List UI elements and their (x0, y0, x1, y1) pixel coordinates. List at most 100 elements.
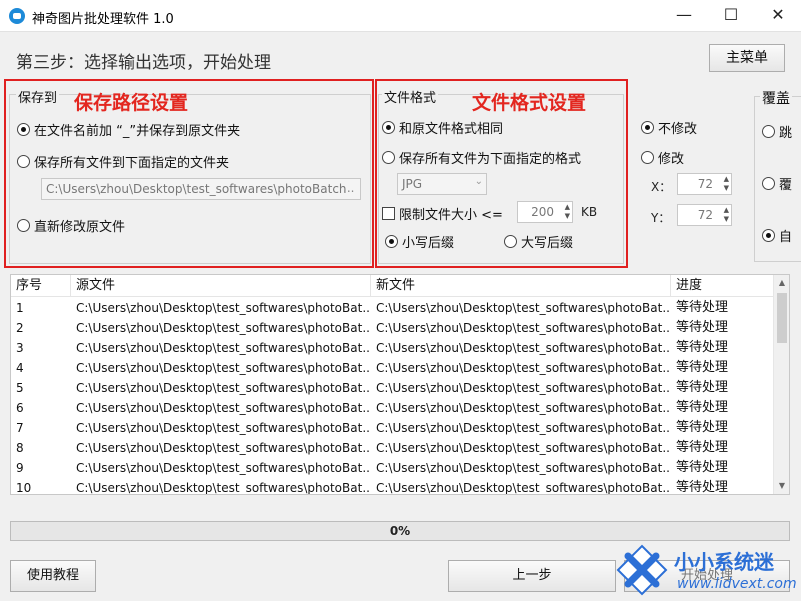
overwrite-skip-radio[interactable] (762, 125, 775, 138)
limit-size-unit: KB (581, 205, 598, 219)
stepper-arrows-icon[interactable]: ▲ ▼ (565, 203, 570, 221)
table-row[interactable]: 2 C:\Users\zhou\Desktop\test_softwares\ph… (11, 318, 774, 338)
resize-no-change-option[interactable]: 不修改 (641, 118, 697, 137)
table-row[interactable]: 10 C:\Users\zhou\Desktop\test_softwares\p… (11, 478, 774, 495)
overwrite-option-auto[interactable]: 自 (762, 226, 792, 245)
save-option-prefix-radio[interactable] (17, 123, 30, 136)
cell-target: C:\Users\zhou\Desktop\test_softwares\pho… (376, 441, 671, 455)
save-option-overwrite[interactable]: 直新修改原文件 (17, 216, 125, 235)
resize-change-option[interactable]: 修改 (641, 148, 684, 167)
overwrite-option-overwrite[interactable]: 覆 (762, 174, 792, 193)
x-label: X： (651, 180, 672, 194)
suffix-upper-option[interactable]: 大写后缀 (504, 232, 573, 251)
watermark-url: www.lidvext.com (677, 576, 797, 592)
file-table[interactable]: 序号 源文件 新文件 进度 1 C:\Users\zhou\Desktop\tes… (10, 274, 790, 495)
cell-source: C:\Users\zhou\Desktop\test_softwares\pho… (76, 401, 371, 415)
previous-button[interactable]: 上一步 (448, 560, 616, 592)
table-scrollbar[interactable]: ▲ ▼ (773, 275, 789, 494)
cell-target: C:\Users\zhou\Desktop\test_softwares\pho… (376, 421, 671, 435)
minimize-button[interactable]: — (661, 0, 707, 32)
scroll-up-icon[interactable]: ▲ (774, 275, 789, 291)
folder-path-input[interactable]: C:\Users\zhou\Desktop\test_softwares\pho… (41, 178, 361, 200)
cell-target: C:\Users\zhou\Desktop\test_softwares\pho… (376, 321, 671, 335)
main-menu-button[interactable]: 主菜单 (709, 44, 785, 72)
cell-source: C:\Users\zhou\Desktop\test_softwares\pho… (76, 421, 371, 435)
cell-status: 等待处理 (676, 440, 729, 455)
cell-status: 等待处理 (676, 340, 729, 355)
maximize-button[interactable]: ☐ (708, 0, 754, 32)
step-header: 第三步：选择输出选项，开始处理 (0, 39, 801, 79)
column-progress[interactable]: 进度 (671, 275, 774, 296)
cell-target: C:\Users\zhou\Desktop\test_softwares\pho… (376, 461, 671, 475)
table-row[interactable]: 7 C:\Users\zhou\Desktop\test_softwares\ph… (11, 418, 774, 438)
table-row[interactable]: 8 C:\Users\zhou\Desktop\test_softwares\ph… (11, 438, 774, 458)
overwrite-option-skip[interactable]: 跳 (762, 122, 792, 141)
cell-index: 1 (16, 301, 24, 315)
cell-status: 等待处理 (676, 300, 729, 315)
resize-change-radio[interactable] (641, 151, 654, 164)
cell-target: C:\Users\zhou\Desktop\test_softwares\pho… (376, 481, 671, 495)
stepper-arrows-icon[interactable]: ▲ ▼ (724, 206, 729, 224)
cell-target: C:\Users\zhou\Desktop\test_softwares\pho… (376, 381, 671, 395)
scroll-down-icon[interactable]: ▼ (774, 478, 789, 494)
column-index[interactable]: 序号 (11, 275, 71, 296)
table-body: 1 C:\Users\zhou\Desktop\test_softwares\ph… (11, 298, 774, 495)
table-row[interactable]: 6 C:\Users\zhou\Desktop\test_softwares\ph… (11, 398, 774, 418)
format-option-same[interactable]: 和原文件格式相同 (382, 118, 503, 137)
close-button[interactable]: ✕ (755, 0, 801, 32)
cell-source: C:\Users\zhou\Desktop\test_softwares\pho… (76, 321, 371, 335)
cell-status: 等待处理 (676, 420, 729, 435)
limit-size-check[interactable] (382, 207, 395, 220)
step-title: 第三步：选择输出选项，开始处理 (16, 53, 271, 73)
format-select[interactable]: JPG ⌄ (397, 173, 487, 195)
watermark: 小小系统迷 www.lidvext.com (612, 540, 801, 601)
resize-no-change-label: 不修改 (658, 122, 698, 137)
column-source[interactable]: 源文件 (71, 275, 371, 296)
limit-size-stepper[interactable]: 200 ▲ ▼ (517, 201, 573, 223)
x-stepper[interactable]: 72 ▲ ▼ (677, 173, 732, 195)
progress-label: 0% (389, 524, 411, 538)
window-title: 神奇图片批处理软件 1.0 (32, 12, 174, 27)
cell-status: 等待处理 (676, 380, 729, 395)
resize-change-label: 修改 (658, 152, 685, 167)
resize-no-change-radio[interactable] (641, 121, 654, 134)
scroll-thumb[interactable] (777, 293, 787, 343)
cell-target: C:\Users\zhou\Desktop\test_softwares\pho… (376, 341, 671, 355)
suffix-upper-label: 大写后缀 (521, 236, 574, 251)
suffix-lower-option[interactable]: 小写后缀 (385, 232, 454, 251)
table-row[interactable]: 3 C:\Users\zhou\Desktop\test_softwares\ph… (11, 338, 774, 358)
table-row[interactable]: 1 C:\Users\zhou\Desktop\test_softwares\ph… (11, 298, 774, 318)
limit-size-checkbox[interactable]: 限制文件大小 <= (382, 204, 503, 223)
table-row[interactable]: 5 C:\Users\zhou\Desktop\test_softwares\ph… (11, 378, 774, 398)
cell-status: 等待处理 (676, 360, 729, 375)
stepper-arrows-icon[interactable]: ▲ ▼ (724, 175, 729, 193)
table-row[interactable]: 4 C:\Users\zhou\Desktop\test_softwares\ph… (11, 358, 774, 378)
suffix-upper-radio[interactable] (504, 235, 517, 248)
cell-index: 5 (16, 381, 24, 395)
format-option-same-radio[interactable] (382, 121, 395, 134)
save-option-overwrite-radio[interactable] (17, 219, 30, 232)
format-option-specified-radio[interactable] (382, 151, 395, 164)
cell-target: C:\Users\zhou\Desktop\test_softwares\pho… (376, 361, 671, 375)
suffix-lower-radio[interactable] (385, 235, 398, 248)
y-stepper[interactable]: 72 ▲ ▼ (677, 204, 732, 226)
cell-source: C:\Users\zhou\Desktop\test_softwares\pho… (76, 341, 371, 355)
table-row[interactable]: 9 C:\Users\zhou\Desktop\test_softwares\ph… (11, 458, 774, 478)
save-option-overwrite-label: 直新修改原文件 (34, 220, 126, 235)
save-option-folder[interactable]: 保存所有文件到下面指定的文件夹 (17, 152, 229, 171)
limit-size-value: 200 (531, 205, 554, 219)
overwrite-auto-radio[interactable] (762, 229, 775, 242)
tutorial-button[interactable]: 使用教程 (10, 560, 96, 592)
x-value: 72 (697, 177, 713, 191)
save-option-prefix[interactable]: 在文件名前加 “_”并保存到原文件夹 (17, 120, 240, 139)
watermark-logo-icon (616, 544, 668, 596)
save-option-folder-radio[interactable] (17, 155, 30, 168)
browse-folder-button[interactable]: ... (343, 181, 354, 195)
column-target[interactable]: 新文件 (371, 275, 671, 296)
format-option-specified-label: 保存所有文件为下面指定的格式 (399, 152, 582, 167)
cell-source: C:\Users\zhou\Desktop\test_softwares\pho… (76, 481, 371, 495)
format-option-specified[interactable]: 保存所有文件为下面指定的格式 (382, 148, 581, 167)
cell-status: 等待处理 (676, 460, 729, 475)
overwrite-overwrite-radio[interactable] (762, 177, 775, 190)
cell-index: 2 (16, 321, 24, 335)
